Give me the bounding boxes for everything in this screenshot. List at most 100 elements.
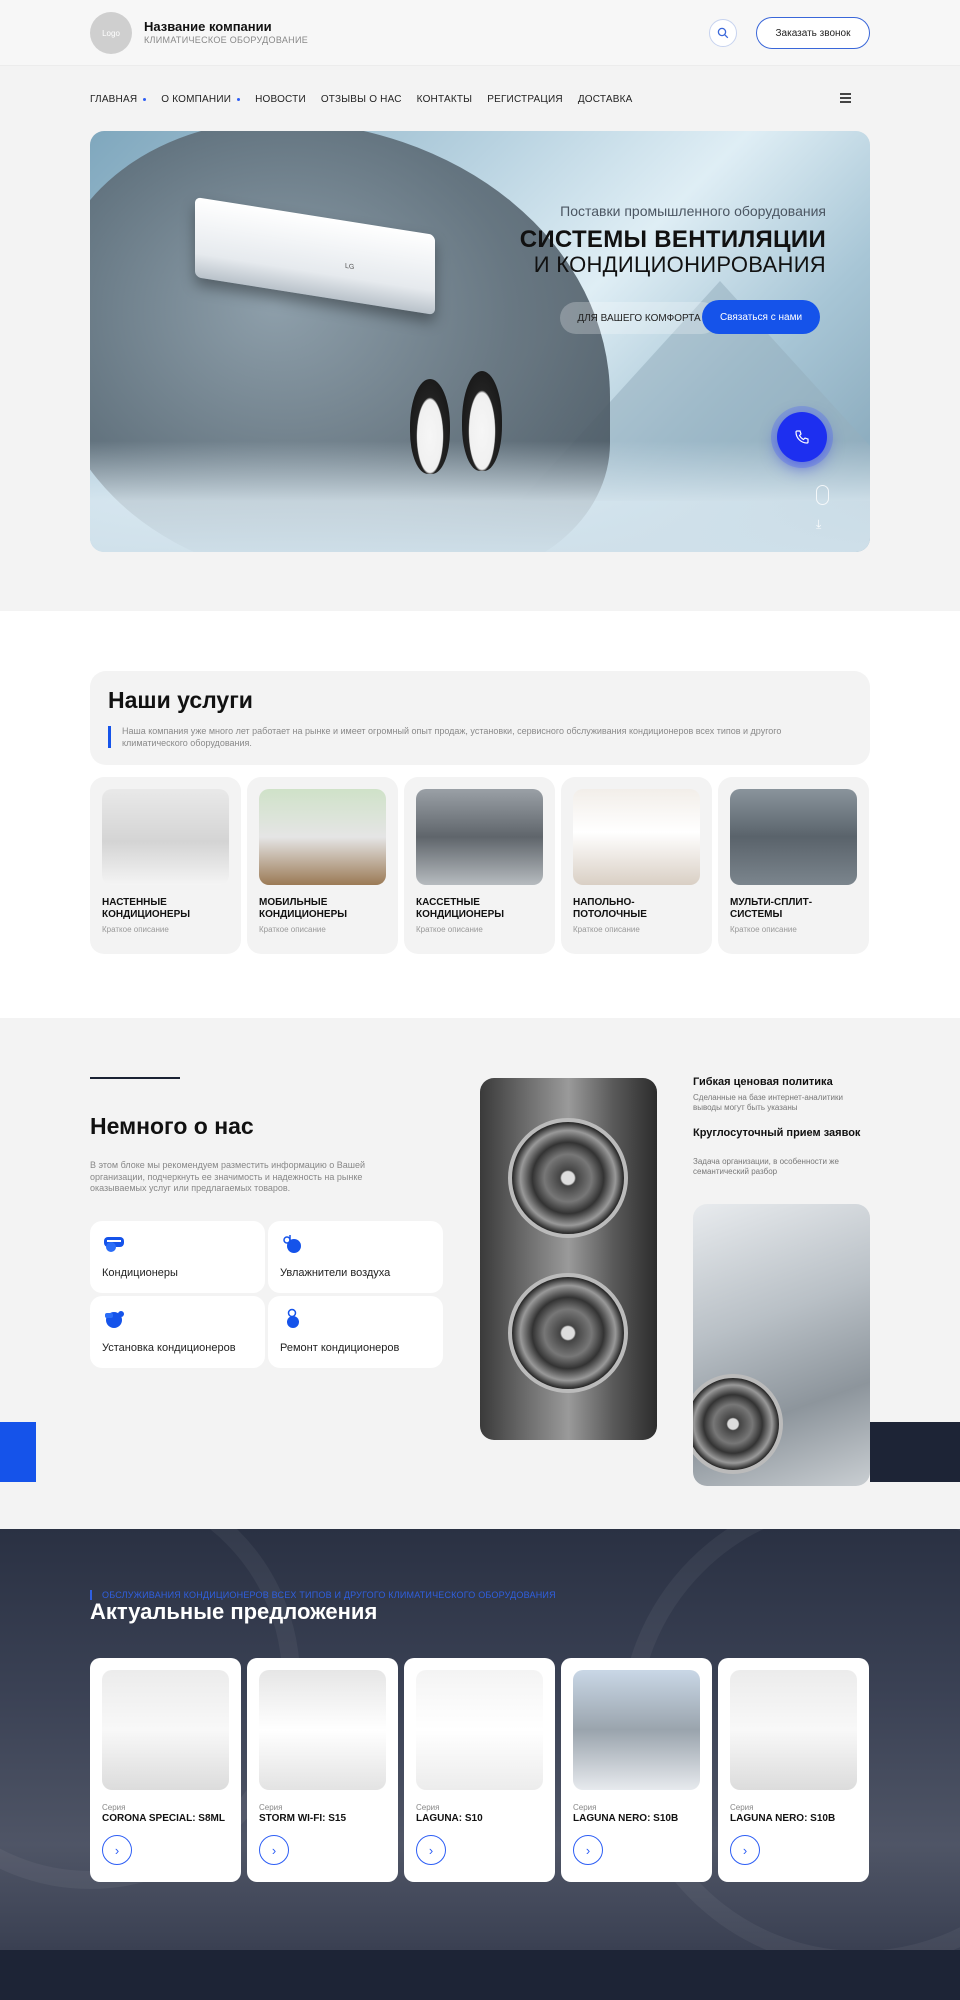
chevron-right-icon[interactable]: › xyxy=(573,1835,603,1865)
nav-item-label: ОТЗЫВЫ О НАС xyxy=(320,93,402,105)
service-card[interactable]: МУЛЬТИ-СПЛИТ-СИСТЕМЫ Краткое описание xyxy=(718,777,869,954)
penguin-image xyxy=(462,371,502,471)
offer-card[interactable]: Серия CORONA SPECIAL: S8ML › xyxy=(90,1658,241,1882)
offer-card[interactable]: Серия LAGUNA NERO: S10B › xyxy=(718,1658,869,1882)
chevron-right-icon[interactable]: › xyxy=(259,1835,289,1865)
offer-card[interactable]: Серия LAGUNA: S10 › xyxy=(404,1658,555,1882)
search-button[interactable] xyxy=(709,19,737,47)
ventilation-equipment-image xyxy=(693,1204,870,1486)
hero-title: СИСТЕМЫ ВЕНТИЛЯЦИИ xyxy=(519,226,826,253)
about-card-repair[interactable]: Ремонт кондиционеров xyxy=(268,1296,443,1368)
service-image xyxy=(416,789,543,885)
service-card[interactable]: КАССЕТНЫЕ КОНДИЦИОНЕРЫ Краткое описание xyxy=(404,777,555,954)
feature-description: Сделанные на базе интернет-аналитики выв… xyxy=(693,1093,843,1113)
hero-title-line2: И КОНДИЦИОНИРОВАНИЯ xyxy=(533,252,826,277)
accent-bar xyxy=(108,726,111,748)
chevron-right-icon[interactable]: › xyxy=(416,1835,446,1865)
about-card-installation[interactable]: Установка кондиционеров xyxy=(90,1296,265,1368)
company-tagline: КЛИМАТИЧЕСКОЕ ОБОРУДОВАНИЕ xyxy=(144,35,309,45)
humidifier-icon xyxy=(283,1235,301,1253)
nav-item-about[interactable]: О КОМПАНИИ xyxy=(161,90,241,108)
about-description: В этом блоке мы рекомендуем разместить и… xyxy=(90,1160,365,1194)
offer-series-label: Серия xyxy=(416,1803,440,1812)
nav-item-home[interactable]: ГЛАВНАЯ xyxy=(90,90,147,108)
offer-name: STORM WI-FI: S15 xyxy=(259,1813,347,1824)
service-description: Краткое описание xyxy=(730,925,797,934)
hero-subtitle: Поставки промышленного оборудования xyxy=(560,203,826,219)
dropdown-dot-icon xyxy=(143,97,147,101)
nav-item-label: О КОМПАНИИ xyxy=(161,93,232,105)
nav-item-label: НОВОСТИ xyxy=(255,93,306,105)
product-image xyxy=(259,1670,386,1790)
nav-item-contacts[interactable]: КОНТАКТЫ xyxy=(417,90,473,108)
product-image xyxy=(730,1670,857,1790)
fan-image xyxy=(508,1273,628,1393)
product-image xyxy=(416,1670,543,1790)
contact-us-button[interactable]: Связаться с нами xyxy=(702,300,820,334)
fan-image xyxy=(508,1118,628,1238)
accent-block xyxy=(0,1422,36,1482)
service-description: Краткое описание xyxy=(259,925,326,934)
services-description: Наша компания уже много лет работает на … xyxy=(122,726,782,748)
service-image xyxy=(259,789,386,885)
nav-item-reviews[interactable]: ОТЗЫВЫ О НАС xyxy=(321,90,402,108)
feature-title: Гибкая ценовая политика xyxy=(693,1076,833,1088)
nav-item-label: ГЛАВНАЯ xyxy=(90,93,138,105)
about-card-humidifier[interactable]: Увлажнители воздуха xyxy=(268,1221,443,1293)
nav-item-label: ДОСТАВКА xyxy=(577,93,633,105)
industrial-fans-image xyxy=(480,1078,657,1440)
services-header: Наши услуги Наша компания уже много лет … xyxy=(90,671,870,765)
offer-card[interactable]: Серия LAGUNA NERO: S10B › xyxy=(561,1658,712,1882)
offer-name: LAGUNA NERO: S10B xyxy=(730,1813,836,1824)
section-divider xyxy=(90,1077,180,1079)
service-title: КАССЕТНЫЕ КОНДИЦИОНЕРЫ xyxy=(416,897,505,920)
feature-title: Круглосуточный прием заявок xyxy=(693,1127,861,1139)
order-call-button[interactable]: Заказать звонок xyxy=(756,17,870,49)
ac-brand-logo: LG xyxy=(345,262,355,272)
service-title: НАСТЕННЫЕ КОНДИЦИОНЕРЫ xyxy=(102,897,191,920)
search-icon xyxy=(717,27,729,39)
comfort-button[interactable]: ДЛЯ ВАШЕГО КОМФОРТА xyxy=(560,302,718,334)
product-image xyxy=(102,1670,229,1790)
nav-item-delivery[interactable]: ДОСТАВКА xyxy=(578,90,633,108)
repair-icon xyxy=(287,1308,299,1328)
chevron-right-icon[interactable]: › xyxy=(730,1835,760,1865)
service-card[interactable]: МОБИЛЬНЫЕ КОНДИЦИОНЕРЫ Краткое описание xyxy=(247,777,398,954)
hamburger-icon[interactable] xyxy=(840,93,851,103)
offers-title: Актуальные предложения xyxy=(90,1599,378,1624)
service-image xyxy=(573,789,700,885)
site-header: Logo Название компании КЛИМАТИЧЕСКОЕ ОБО… xyxy=(0,0,960,66)
offer-card[interactable]: Серия STORM WI-FI: S15 › xyxy=(247,1658,398,1882)
service-card[interactable]: НАСТЕННЫЕ КОНДИЦИОНЕРЫ Краткое описание xyxy=(90,777,241,954)
about-card-label: Установка кондиционеров xyxy=(102,1342,236,1354)
company-logo[interactable]: Logo xyxy=(90,12,132,54)
scroll-mouse-icon xyxy=(816,485,829,505)
phone-call-button[interactable] xyxy=(777,412,827,462)
service-description: Краткое описание xyxy=(573,925,640,934)
service-title: МОБИЛЬНЫЕ КОНДИЦИОНЕРЫ xyxy=(259,897,348,920)
offer-series-label: Серия xyxy=(730,1803,754,1812)
footer xyxy=(0,1950,960,2000)
about-card-label: Ремонт кондиционеров xyxy=(280,1342,400,1354)
about-card-ac[interactable]: Кондиционеры xyxy=(90,1221,265,1293)
company-name: Название компании xyxy=(144,19,272,34)
nav-item-registration[interactable]: РЕГИСТРАЦИЯ xyxy=(487,90,563,108)
service-card[interactable]: НАПОЛЬНО-ПОТОЛОЧНЫЕ Краткое описание xyxy=(561,777,712,954)
service-image xyxy=(730,789,857,885)
nav-item-news[interactable]: НОВОСТИ xyxy=(255,90,306,108)
about-card-label: Увлажнители воздуха xyxy=(280,1267,391,1279)
service-image xyxy=(102,789,229,885)
nav-item-label: РЕГИСТРАЦИЯ xyxy=(487,93,563,105)
installation-icon xyxy=(105,1311,124,1328)
ac-icon xyxy=(104,1237,124,1252)
service-title: МУЛЬТИ-СПЛИТ-СИСТЕМЫ xyxy=(730,897,813,920)
fan-image xyxy=(693,1374,783,1474)
feature-description: Задача организации, в особенности же сем… xyxy=(693,1157,839,1177)
nav-item-label: КОНТАКТЫ xyxy=(416,93,473,105)
hero-banner: LG Поставки промышленного оборудования С… xyxy=(90,131,870,552)
arrow-down-icon[interactable]: ⤓ xyxy=(816,517,821,532)
about-title: Немного о нас xyxy=(90,1113,254,1139)
main-nav: ГЛАВНАЯ О КОМПАНИИ НОВОСТИ ОТЗЫВЫ О НАС … xyxy=(90,90,647,108)
chevron-right-icon[interactable]: › xyxy=(102,1835,132,1865)
service-title: НАПОЛЬНО-ПОТОЛОЧНЫЕ xyxy=(573,897,647,920)
